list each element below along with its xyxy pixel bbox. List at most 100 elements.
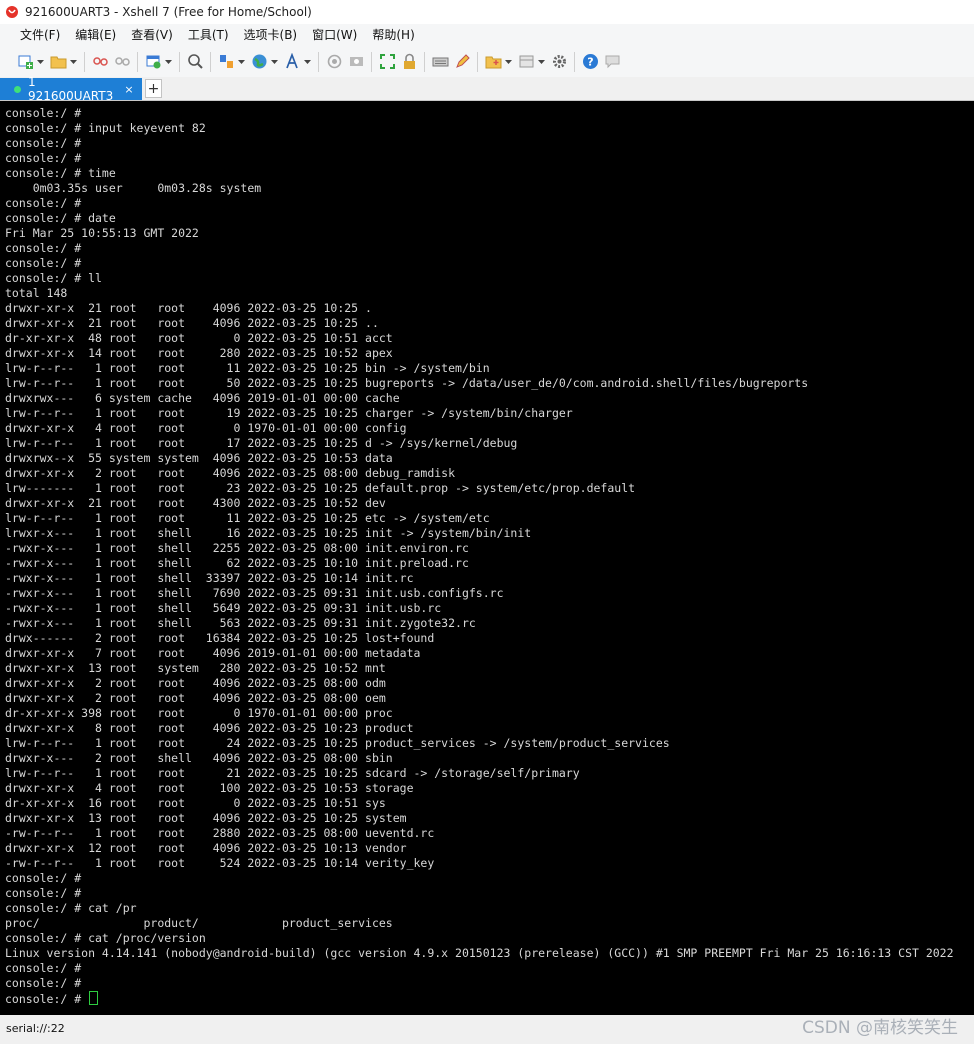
menu-view[interactable]: 查看(V) <box>123 24 180 46</box>
screenshot-icon[interactable] <box>346 52 366 72</box>
terminal-cursor <box>89 991 99 1005</box>
keyboard-icon[interactable] <box>430 52 450 72</box>
terminal-output: console:/ # console:/ # input keyevent 82… <box>5 106 954 1007</box>
terminal-line: console:/ # <box>5 886 82 900</box>
disconnect-icon[interactable] <box>112 52 132 72</box>
terminal-line: drwxr-xr-x 13 root root 4096 2022-03-25 … <box>5 811 407 825</box>
add-tab-button[interactable]: + <box>145 79 162 98</box>
menu-tools[interactable]: 工具(T) <box>180 24 236 46</box>
toolbar-divider <box>477 51 478 72</box>
terminal-line: Fri Mar 25 10:55:13 GMT 2022 <box>5 226 199 240</box>
terminal-line: -rwxr-x--- 1 root shell 2255 2022-03-25 … <box>5 541 469 555</box>
terminal-line: -rw-r--r-- 1 root root 2880 2022-03-25 0… <box>5 826 435 840</box>
window-title: 921600UART3 - Xshell 7 (Free for Home/Sc… <box>25 5 312 19</box>
tab-session[interactable]: 1 921600UART3 × <box>0 75 142 103</box>
terminal-line: drwxr-xr-x 2 root root 4096 2022-03-25 0… <box>5 466 456 480</box>
toolbar-divider <box>210 51 211 72</box>
chat-icon[interactable] <box>602 52 622 72</box>
terminal-line: console:/ # cat /proc/version <box>5 931 206 945</box>
toolbar-divider <box>137 51 138 72</box>
terminal-line: drwxrwx--x 55 system system 4096 2022-03… <box>5 451 393 465</box>
connection-status: serial://:22 <box>6 1022 65 1035</box>
terminal-line: console:/ # <box>5 196 82 210</box>
title-bar: 921600UART3 - Xshell 7 (Free for Home/Sc… <box>0 0 974 24</box>
terminal-line: console:/ # <box>5 241 82 255</box>
search-icon[interactable] <box>185 52 205 72</box>
lock-icon[interactable] <box>399 52 419 72</box>
chevron-down-icon[interactable] <box>270 59 278 64</box>
terminal-line: drwxr-x--- 2 root shell 4096 2022-03-25 … <box>5 751 393 765</box>
new-folder-icon[interactable] <box>483 52 503 72</box>
open-folder-icon[interactable] <box>48 52 68 72</box>
terminal-line: console:/ # <box>5 151 82 165</box>
terminal-line: console:/ # <box>5 136 82 150</box>
connect-icon[interactable] <box>90 52 110 72</box>
terminal-line: drwxr-xr-x 12 root root 4096 2022-03-25 … <box>5 841 407 855</box>
terminal-line: drwxr-xr-x 21 root root 4096 2022-03-25 … <box>5 301 372 315</box>
terminal-line: drwx------ 2 root root 16384 2022-03-25 … <box>5 631 435 645</box>
toolbar: ? <box>0 46 974 78</box>
layout-icon[interactable] <box>516 52 536 72</box>
transfer-icon[interactable] <box>216 52 236 72</box>
terminal-line: drwxr-xr-x 21 root root 4300 2022-03-25 … <box>5 496 386 510</box>
toolbar-divider <box>574 51 575 72</box>
terminal-line: drwxr-xr-x 4 root root 100 2022-03-25 10… <box>5 781 414 795</box>
terminal-line: console:/ # time <box>5 166 116 180</box>
terminal-line: -rwxr-x--- 1 root shell 5649 2022-03-25 … <box>5 601 442 615</box>
status-bar: serial://:22 CSDN @南核笑笑生 <box>0 1015 974 1044</box>
menu-window[interactable]: 窗口(W) <box>304 24 364 46</box>
svg-text:?: ? <box>587 56 593 69</box>
terminal-line: drwxr-xr-x 7 root root 4096 2019-01-01 0… <box>5 646 421 660</box>
terminal-line: drwxr-xr-x 21 root root 4096 2022-03-25 … <box>5 316 379 330</box>
chevron-down-icon[interactable] <box>303 59 311 64</box>
terminal-line: console:/ # <box>5 106 82 120</box>
terminal-line: console:/ # <box>5 991 954 1007</box>
new-session-icon[interactable] <box>15 52 35 72</box>
globe-icon[interactable] <box>249 52 269 72</box>
terminal-pane[interactable]: console:/ # console:/ # input keyevent 82… <box>0 101 974 1015</box>
terminal-line: -rwxr-x--- 1 root shell 33397 2022-03-25… <box>5 571 414 585</box>
terminal-line: dr-xr-xr-x 398 root root 0 1970-01-01 00… <box>5 706 393 720</box>
watermark: CSDN @南核笑笑生 <box>802 1018 958 1038</box>
terminal-line: drwxr-xr-x 8 root root 4096 2022-03-25 1… <box>5 721 414 735</box>
chevron-down-icon[interactable] <box>504 59 512 64</box>
chevron-down-icon[interactable] <box>537 59 545 64</box>
terminal-line: dr-xr-xr-x 16 root root 0 2022-03-25 10:… <box>5 796 386 810</box>
terminal-line: lrw-r--r-- 1 root root 50 2022-03-25 10:… <box>5 376 809 390</box>
chevron-down-icon[interactable] <box>69 59 77 64</box>
terminal-line: console:/ # <box>5 961 82 975</box>
toolbar-divider <box>179 51 180 72</box>
new-tab-icon[interactable] <box>143 52 163 72</box>
help-icon[interactable]: ? <box>580 52 600 72</box>
chevron-down-icon[interactable] <box>164 59 172 64</box>
menu-bar: 文件(F) 编辑(E) 查看(V) 工具(T) 选项卡(B) 窗口(W) 帮助(… <box>0 24 974 46</box>
menu-edit[interactable]: 编辑(E) <box>67 24 123 46</box>
chevron-down-icon[interactable] <box>36 59 44 64</box>
settings-icon[interactable] <box>549 52 569 72</box>
toolbar-divider <box>371 51 372 72</box>
menu-tab[interactable]: 选项卡(B) <box>236 24 305 46</box>
terminal-line: lrw-r--r-- 1 root root 19 2022-03-25 10:… <box>5 406 573 420</box>
menu-file[interactable]: 文件(F) <box>12 24 67 46</box>
terminal-line: console:/ # date <box>5 211 116 225</box>
terminal-line: Linux version 4.14.141 (nobody@android-b… <box>5 946 954 960</box>
tab-bar: 1 921600UART3 × + <box>0 75 974 103</box>
terminal-line: drwxr-xr-x 2 root root 4096 2022-03-25 0… <box>5 691 386 705</box>
menu-help[interactable]: 帮助(H) <box>364 24 421 46</box>
terminal-line: lrwxr-x--- 1 root shell 16 2022-03-25 10… <box>5 526 532 540</box>
highlight-icon[interactable] <box>452 52 472 72</box>
terminal-line: drwxr-xr-x 2 root root 4096 2022-03-25 0… <box>5 676 386 690</box>
terminal-line: lrw-r--r-- 1 root root 11 2022-03-25 10:… <box>5 361 490 375</box>
chevron-down-icon[interactable] <box>237 59 245 64</box>
terminal-line: drwxrwx--- 6 system cache 4096 2019-01-0… <box>5 391 400 405</box>
terminal-line: -rwxr-x--- 1 root shell 7690 2022-03-25 … <box>5 586 504 600</box>
terminal-line: lrw-r--r-- 1 root root 11 2022-03-25 10:… <box>5 511 490 525</box>
terminal-line: proc/ product/ product_services <box>5 916 393 930</box>
font-icon[interactable] <box>282 52 302 72</box>
tab-label: 1 921600UART3 <box>28 75 114 103</box>
close-icon[interactable]: × <box>122 83 136 96</box>
terminal-line: console:/ # <box>5 871 82 885</box>
record-icon[interactable] <box>324 52 344 72</box>
fullscreen-icon[interactable] <box>377 52 397 72</box>
terminal-line: drwxr-xr-x 13 root system 280 2022-03-25… <box>5 661 386 675</box>
